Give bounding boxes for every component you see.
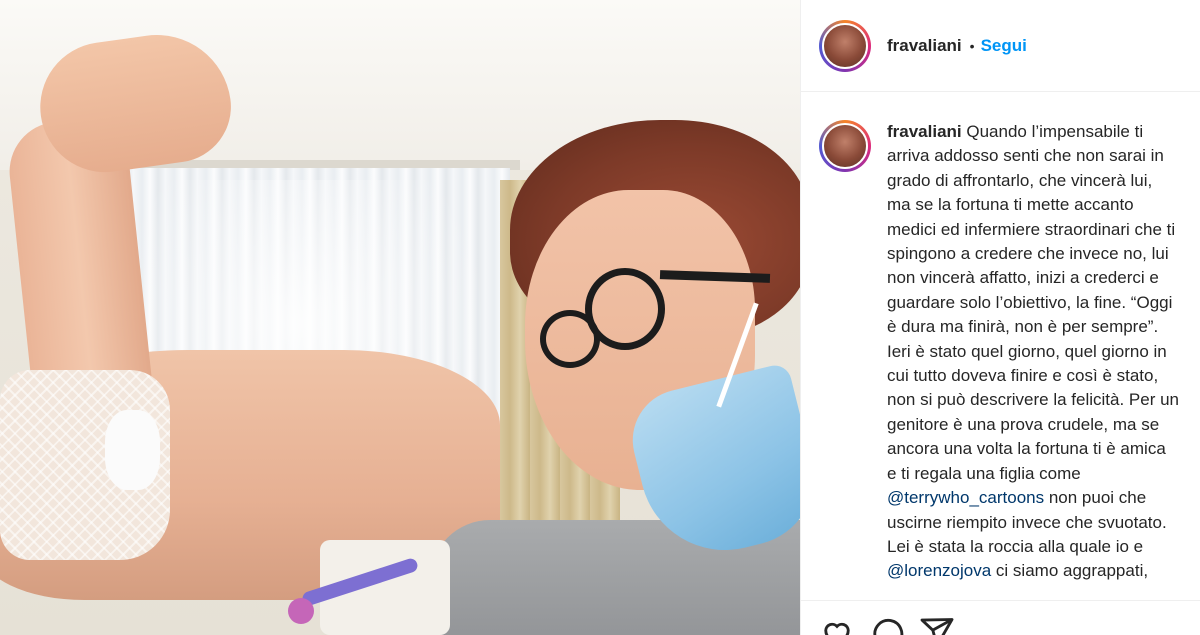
caption-line: genitore è una prova crudele, ma se [887,414,1160,434]
caption-line: grado di affrontarlo, che vincerà lui, [887,170,1153,190]
mention-terrywho-cartoons[interactable]: @terrywho_cartoons [887,488,1044,507]
caption-line: e ti regala una figlia come [887,463,1081,483]
caption-line-text: Quando l’impensabile ti [961,122,1144,141]
caption-line: arriva addosso senti che non sarai in [887,146,1164,166]
avatar[interactable] [819,19,871,72]
caption-line-text: non puoi che [1044,488,1147,508]
caption-line: non vincerà affatto, inizi a crederci e [887,268,1159,288]
iv-cap [288,598,314,624]
caption-line: cui tutto doveva finire e così è stato, [887,366,1159,386]
cotton-pad [105,410,160,490]
caption-line: ma se la fortuna ti mette accanto [887,195,1134,215]
post-header: fravaliani • Segui [801,0,1200,92]
post-photo[interactable] [0,0,800,635]
caption-text: fravaliani Quando l’impensabile ti arriv… [887,120,1200,600]
separator-dot: • [969,37,975,54]
caption-line: uscirne riempito invece che svuotato. [887,512,1167,532]
caption-line: ancora una volta la fortuna ti è amica [887,439,1166,459]
caption-row: fravaliani Quando l’impensabile ti arriv… [801,120,1200,600]
caption-line: Lei è stata la roccia alla quale io e [887,536,1144,556]
header-username[interactable]: fravaliani [887,36,962,56]
heart-icon[interactable] [819,615,855,635]
share-icon[interactable] [919,615,955,635]
avatar-image [822,22,868,69]
caption-line: guardare solo l’obiettivo, la fine. “Ogg… [887,292,1173,312]
caption-line: Ieri è stato quel giorno, quel giorno in [887,341,1167,361]
caption-line: medici ed infermiere straordinari che ti [887,219,1176,239]
caption-line: non si può descrivere la felicità. Per u… [887,390,1179,410]
comment-icon[interactable] [869,615,905,635]
action-bar [801,600,1200,635]
caption-avatar[interactable] [819,120,871,172]
glasses-right-lens [585,268,665,350]
follow-button[interactable]: Segui [981,36,1027,56]
caption-line: è dura ma finirà, non è per sempre”. [887,317,1159,337]
caption-line-text: ci siamo aggrappati, [991,561,1149,581]
caption-line: spingono a credere che invece no, lui [887,244,1169,264]
caption-username[interactable]: fravaliani [887,122,962,141]
caption-line: @lorenzojova ci siamo aggrappati, [887,559,1200,583]
post-sidebar: fravaliani • Segui fravaliani Quando l’i… [800,0,1200,635]
caption-line: fravaliani Quando l’impensabile ti [887,120,1200,144]
caption-avatar-image [822,123,868,169]
caption-line: @terrywho_cartoons non puoi che [887,486,1200,510]
mention-lorenzojova[interactable]: @lorenzojova [887,561,991,580]
